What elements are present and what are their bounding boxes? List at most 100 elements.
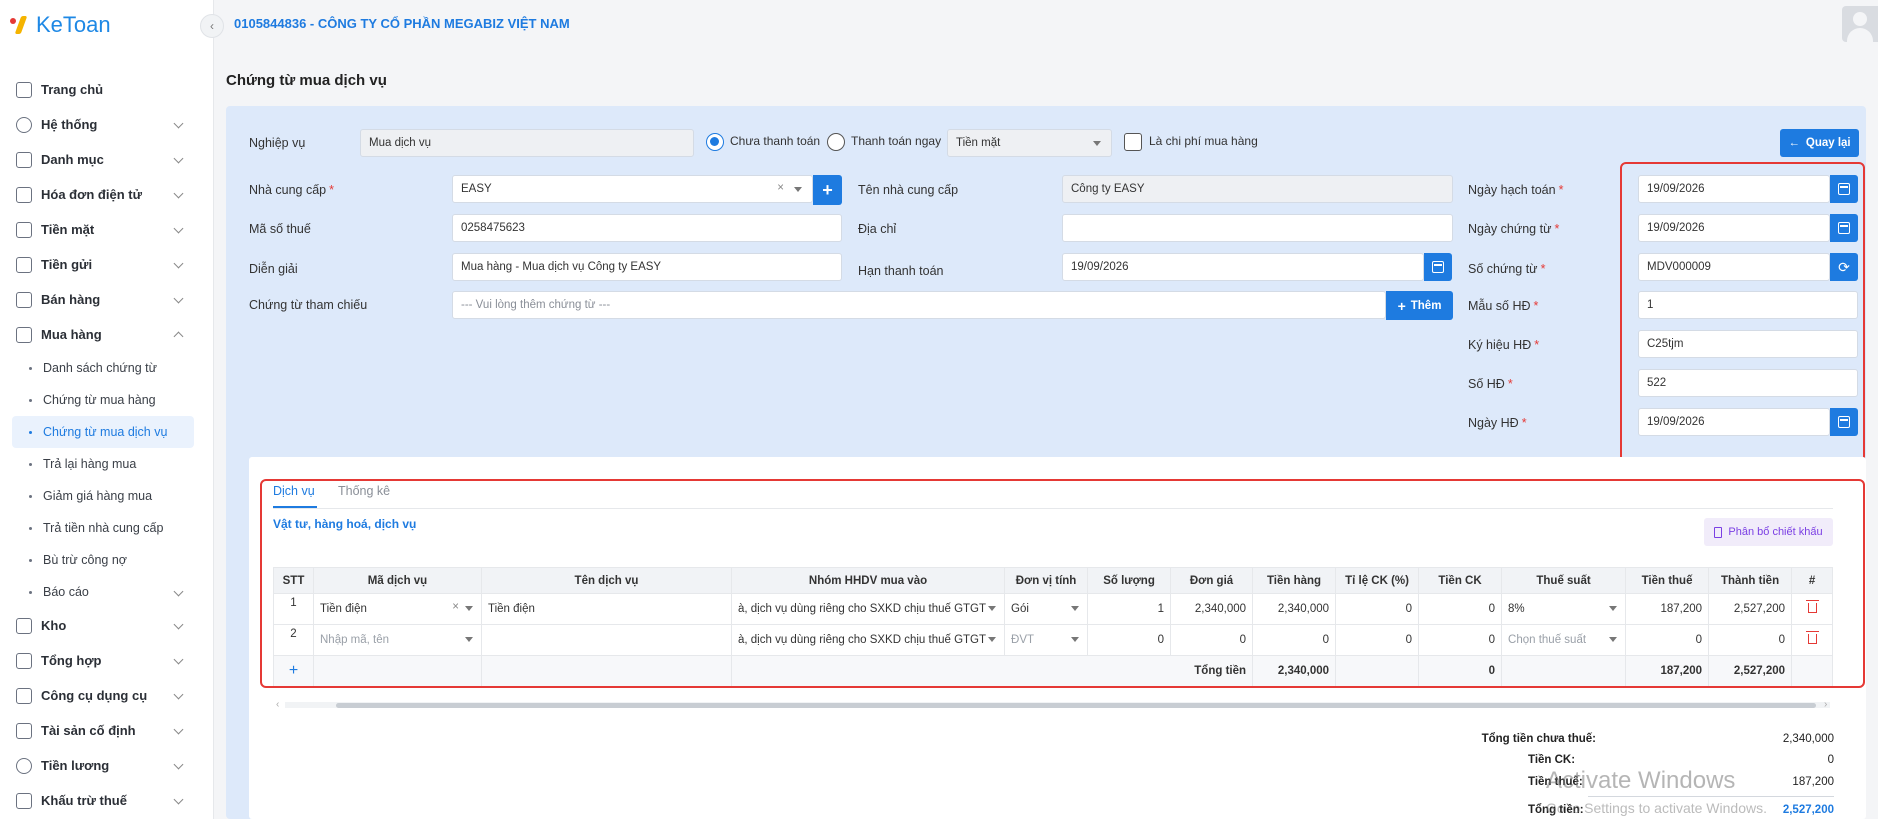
- app-logo[interactable]: KeToan: [10, 10, 111, 40]
- payment-method-select[interactable]: Tiền mặt: [947, 129, 1112, 157]
- tax-rate-select[interactable]: 8%: [1501, 593, 1627, 625]
- sidebar-item-home[interactable]: Trang chủ: [0, 72, 214, 107]
- goods-group-select[interactable]: à, dịch vụ dùng riêng cho SXKD chịu thuế…: [730, 593, 1006, 625]
- tax-amount-cell[interactable]: 0: [1625, 624, 1710, 656]
- allocate-discount-button[interactable]: Phân bổ chiết khấu: [1704, 518, 1833, 546]
- service-code-select[interactable]: Nhập mã, tên: [313, 624, 482, 656]
- reference-field[interactable]: --- Vui lòng thêm chứng từ ---: [452, 291, 1386, 319]
- sidebar-item-einvoice[interactable]: Hóa đơn điện tử: [0, 177, 214, 212]
- add-supplier-button[interactable]: +: [813, 175, 842, 205]
- supplier-name-field[interactable]: Công ty EASY: [1062, 175, 1453, 203]
- sidebar-collapse-button[interactable]: ‹: [200, 14, 224, 38]
- unit-price-cell[interactable]: 0: [1170, 624, 1254, 656]
- sidebar-item-fixed-assets[interactable]: Tài sản cố định: [0, 713, 214, 748]
- due-date-field[interactable]: 19/09/2026: [1062, 253, 1424, 281]
- discount-rate-cell[interactable]: 0: [1335, 624, 1420, 656]
- goods-group-select[interactable]: à, dịch vụ dùng riêng cho SXKD chịu thuế…: [730, 624, 1006, 656]
- discount-cell[interactable]: 0: [1418, 624, 1503, 656]
- sidebar-subitem-debt-offset[interactable]: Bù trừ công nợ: [0, 544, 214, 576]
- scrollbar-thumb[interactable]: [336, 703, 1816, 708]
- sidebar-item-system[interactable]: Hệ thống: [0, 107, 214, 142]
- posting-date-field[interactable]: 19/09/2026: [1638, 175, 1830, 203]
- invoice-form-field[interactable]: 1: [1638, 291, 1858, 319]
- sidebar-subitem-reports[interactable]: Báo cáo: [0, 576, 214, 608]
- voucher-date-field[interactable]: 19/09/2026: [1638, 214, 1830, 242]
- sidebar-item-sales[interactable]: Bán hàng: [0, 282, 214, 317]
- due-date-label: Hạn thanh toán: [858, 264, 944, 278]
- company-name[interactable]: 0105844836 - CÔNG TY CỔ PHẦN MEGABIZ VIỆ…: [234, 16, 570, 31]
- sidebar-subitem-supplier-payment[interactable]: Trả tiền nhà cung cấp: [0, 512, 214, 544]
- sidebar-subitem-voucher-list[interactable]: Danh sách chứng từ: [0, 352, 214, 384]
- invoice-date-calendar-button[interactable]: [1830, 408, 1858, 436]
- sidebar-item-purchase[interactable]: Mua hàng: [0, 317, 214, 352]
- sidebar-item-salary[interactable]: Tiền lương: [0, 748, 214, 783]
- clear-icon[interactable]: ×: [777, 182, 784, 194]
- tab-statistics[interactable]: Thống kê: [338, 484, 390, 498]
- tax-amount-cell[interactable]: 187,200: [1625, 593, 1710, 625]
- discount-cell[interactable]: 0: [1418, 593, 1503, 625]
- sidebar-subitem-purchase-discount[interactable]: Giảm giá hàng mua: [0, 480, 214, 512]
- discount-rate-cell[interactable]: 0: [1335, 593, 1420, 625]
- sidebar-item-tax-deduction[interactable]: Khấu trừ thuế: [0, 783, 214, 818]
- nghiep-vu-field[interactable]: Mua dịch vụ: [360, 129, 694, 157]
- clear-icon[interactable]: ×: [452, 601, 459, 613]
- col-service-code: Mã dịch vụ: [313, 567, 482, 594]
- delete-row-button[interactable]: [1791, 624, 1834, 656]
- delete-row-button[interactable]: [1791, 593, 1834, 625]
- supplier-select[interactable]: EASY ×: [452, 175, 813, 203]
- due-date-calendar-button[interactable]: [1424, 253, 1452, 281]
- plus-icon: +: [1397, 297, 1406, 314]
- discount-label: Tiền CK:: [1528, 754, 1576, 766]
- sidebar-item-deposit[interactable]: Tiền gửi: [0, 247, 214, 282]
- trash-icon: [1805, 630, 1819, 644]
- unit-select[interactable]: Gói: [1004, 593, 1089, 625]
- unpaid-radio[interactable]: [706, 133, 724, 151]
- add-reference-button[interactable]: + Thêm: [1386, 291, 1453, 320]
- voucher-number-label: Số chứng từ *: [1468, 262, 1545, 276]
- sidebar-item-catalog[interactable]: Danh mục: [0, 142, 214, 177]
- user-avatar[interactable]: [1842, 6, 1878, 42]
- col-actions: #: [1791, 567, 1834, 594]
- add-row-button[interactable]: +: [273, 655, 314, 687]
- voucher-number-refresh-button[interactable]: ⟳: [1830, 253, 1858, 281]
- description-field[interactable]: Mua hàng - Mua dịch vụ Công ty EASY: [452, 253, 842, 281]
- service-code-select[interactable]: Tiền điện ×: [313, 593, 482, 625]
- quantity-cell[interactable]: 1: [1087, 593, 1172, 625]
- tab-services[interactable]: Dịch vụ: [273, 484, 315, 498]
- sidebar-subitem-service-purchase[interactable]: Chứng từ mua dịch vụ: [12, 416, 194, 448]
- caret-down-icon: [1609, 637, 1618, 642]
- quantity-cell[interactable]: 0: [1087, 624, 1172, 656]
- sidebar-item-warehouse[interactable]: Kho: [0, 608, 214, 643]
- invoice-date-field[interactable]: 19/09/2026: [1638, 408, 1830, 436]
- invoice-number-field[interactable]: 522: [1638, 369, 1858, 397]
- sidebar-item-summary[interactable]: Tổng hợp: [0, 643, 214, 678]
- sidebar-subitem-purchase-return[interactable]: Trả lại hàng mua: [0, 448, 214, 480]
- tax-rate-select[interactable]: Chọn thuế suất: [1501, 624, 1627, 656]
- service-code-placeholder: Nhập mã, tên: [320, 634, 390, 646]
- scroll-right-icon[interactable]: ›: [1824, 699, 1827, 710]
- section-title: Vật tư, hàng hoá, dịch vụ: [273, 517, 417, 531]
- caret-down-icon: [1093, 141, 1101, 146]
- scroll-left-icon[interactable]: ‹: [276, 699, 279, 710]
- sidebar-subitem-purchase-voucher[interactable]: Chứng từ mua hàng: [0, 384, 214, 416]
- amount-cell[interactable]: 0: [1252, 624, 1337, 656]
- address-field[interactable]: [1062, 214, 1453, 242]
- paid-now-radio-label[interactable]: Thanh toán ngay: [851, 134, 941, 148]
- service-name-cell[interactable]: Tiền điện: [481, 593, 732, 625]
- invoice-symbol-field[interactable]: C25tjm: [1638, 330, 1858, 358]
- amount-cell[interactable]: 2,340,000: [1252, 593, 1337, 625]
- unit-select[interactable]: ĐVT: [1004, 624, 1089, 656]
- posting-date-calendar-button[interactable]: [1830, 175, 1858, 203]
- sidebar-subitem-label: Báo cáo: [43, 585, 89, 599]
- voucher-date-calendar-button[interactable]: [1830, 214, 1858, 242]
- back-button[interactable]: ← Quay lại: [1780, 129, 1859, 157]
- unpaid-radio-label[interactable]: Chưa thanh toán: [730, 134, 820, 148]
- sidebar-item-cash[interactable]: Tiền mặt: [0, 212, 214, 247]
- voucher-number-field[interactable]: MDV000009: [1638, 253, 1830, 281]
- paid-now-radio[interactable]: [827, 133, 845, 151]
- purchase-cost-checkbox[interactable]: [1124, 133, 1142, 151]
- service-name-cell[interactable]: [481, 624, 732, 656]
- unit-price-cell[interactable]: 2,340,000: [1170, 593, 1254, 625]
- tax-code-field[interactable]: 0258475623: [452, 214, 842, 242]
- sidebar-item-tools[interactable]: Công cụ dụng cụ: [0, 678, 214, 713]
